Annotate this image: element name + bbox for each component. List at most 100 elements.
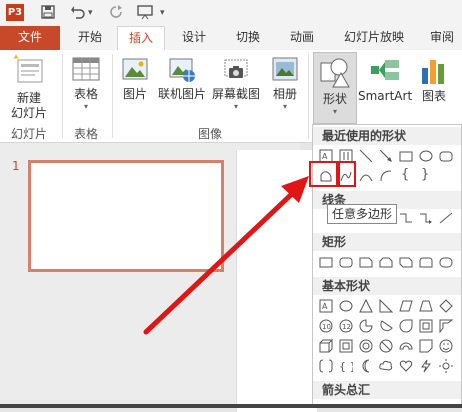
slide-canvas[interactable] xyxy=(236,150,317,412)
slide-thumbnail[interactable] xyxy=(28,160,224,272)
left-brace-shape[interactable]: { xyxy=(401,167,415,182)
dodecagon-shape[interactable]: 12 xyxy=(339,319,353,333)
album-icon xyxy=(270,54,300,84)
online-picture-button[interactable]: 联机图片 xyxy=(156,54,208,102)
no-symbol-shape[interactable] xyxy=(379,339,393,353)
rect-shape-7[interactable] xyxy=(439,255,453,269)
tab-file[interactable]: 文件 xyxy=(0,26,60,50)
tab-slideshow[interactable]: 幻灯片放映 xyxy=(334,26,414,50)
elbow-arrow-connector-shape[interactable] xyxy=(419,211,433,225)
section-rectangles: 矩形 xyxy=(313,233,461,251)
shapes-icon xyxy=(319,57,351,89)
shapes-label: 形状 xyxy=(322,92,347,106)
triangle-shape[interactable] xyxy=(359,298,373,313)
new-slide-label-1: 新建 xyxy=(16,91,41,105)
table-label: 表格 xyxy=(73,87,98,101)
chord-shape[interactable] xyxy=(379,319,393,333)
svg-text:{ }: { } xyxy=(339,360,353,373)
redo-icon[interactable] xyxy=(108,4,124,25)
frame-shape[interactable] xyxy=(419,319,433,333)
right-triangle-shape[interactable] xyxy=(379,298,394,313)
rounded-rectangle-shape[interactable] xyxy=(439,149,453,163)
new-slide-button[interactable]: 新建 幻灯片 xyxy=(4,54,54,121)
line-shape[interactable] xyxy=(359,149,373,163)
half-frame-shape[interactable] xyxy=(439,319,454,334)
teardrop-shape[interactable] xyxy=(399,319,413,333)
screenshot-label: 屏幕截图 xyxy=(211,87,260,101)
elbow-connector-shape[interactable] xyxy=(399,211,413,225)
present-icon[interactable] xyxy=(136,4,154,25)
slide-number: 1 xyxy=(12,159,20,173)
svg-text:A: A xyxy=(322,302,328,311)
undo-icon[interactable] xyxy=(70,4,86,25)
tab-animations[interactable]: 动画 xyxy=(280,26,324,50)
arrow-line-shape[interactable] xyxy=(379,149,393,163)
right-brace-shape[interactable]: } xyxy=(421,167,435,182)
pie-shape[interactable] xyxy=(359,319,373,333)
curve-shape[interactable] xyxy=(359,169,373,183)
status-bar xyxy=(0,404,462,408)
donut-shape[interactable] xyxy=(359,339,373,353)
screenshot-button[interactable]: 屏幕截图 ▾ xyxy=(208,54,264,112)
tab-design[interactable]: 设计 xyxy=(172,26,216,50)
screenshot-dropdown-icon: ▾ xyxy=(233,102,238,111)
table-button[interactable]: 表格 ▾ xyxy=(66,54,106,112)
rect-shape-5[interactable] xyxy=(399,255,413,269)
shapes-dropdown-icon: ▾ xyxy=(332,107,337,116)
lightning-bolt-shape[interactable] xyxy=(419,359,433,373)
album-label: 相册 xyxy=(272,87,297,101)
bracket-pair-shape[interactable] xyxy=(319,359,333,373)
chart-icon xyxy=(418,54,450,86)
group-separator xyxy=(308,54,309,138)
smartart-icon xyxy=(369,54,401,86)
rectangle-shape[interactable] xyxy=(399,149,413,163)
cube-shape[interactable] xyxy=(319,339,334,353)
folded-corner-shape[interactable] xyxy=(419,339,433,353)
decagon-shape[interactable]: 10 xyxy=(319,319,333,333)
picture-button[interactable]: 图片 xyxy=(116,54,154,102)
group-label-tables: 表格 xyxy=(73,127,98,141)
moon-shape[interactable] xyxy=(359,359,373,373)
block-arc-shape[interactable] xyxy=(399,339,413,353)
basic-text-box-shape[interactable]: A xyxy=(319,299,333,313)
rect-shape-6[interactable] xyxy=(419,255,433,269)
powerpoint-logo-icon: P3 xyxy=(6,4,24,21)
rect-shape-3[interactable] xyxy=(359,255,373,269)
rect-shape-2[interactable] xyxy=(339,255,353,269)
rect-shape-1[interactable] xyxy=(319,255,333,269)
curved-connector-shape[interactable] xyxy=(439,211,453,225)
chart-button[interactable]: 图表 xyxy=(414,54,454,104)
basic-oval-shape[interactable] xyxy=(339,299,353,313)
online-picture-label: 联机图片 xyxy=(157,87,206,101)
save-icon[interactable] xyxy=(40,4,56,25)
section-block-arrows: 箭头总汇 xyxy=(313,381,461,399)
shapes-button[interactable]: 形状 ▾ xyxy=(313,52,357,124)
album-button[interactable]: 相册 ▾ xyxy=(266,54,304,112)
svg-text:12: 12 xyxy=(342,323,351,331)
svg-text:10: 10 xyxy=(322,323,331,331)
diamond-shape[interactable] xyxy=(439,299,453,313)
heart-shape[interactable] xyxy=(399,359,413,373)
smartart-button[interactable]: SmartArt xyxy=(358,54,412,104)
bevel-shape[interactable] xyxy=(339,339,353,353)
brace-pair-shape[interactable]: { } xyxy=(339,359,357,373)
sun-shape[interactable] xyxy=(439,359,453,373)
tab-insert[interactable]: 插入 xyxy=(117,26,165,51)
trapezoid-shape[interactable] xyxy=(419,299,433,313)
freeform-highlight-box xyxy=(309,161,338,187)
new-slide-icon xyxy=(12,54,46,88)
arc-shape[interactable] xyxy=(379,169,393,183)
tab-transitions[interactable]: 切换 xyxy=(226,26,270,50)
undo-dropdown-icon[interactable]: ▾ xyxy=(88,4,93,22)
rect-shape-4[interactable] xyxy=(379,255,393,269)
customize-toolbar-icon[interactable]: ▾ xyxy=(160,4,165,22)
parallelogram-shape[interactable] xyxy=(399,299,413,313)
tab-review[interactable]: 审阅 xyxy=(422,26,462,50)
oval-shape[interactable] xyxy=(419,149,433,163)
smiley-face-shape[interactable] xyxy=(439,339,453,353)
cloud-shape[interactable] xyxy=(379,359,393,373)
tab-home[interactable]: 开始 xyxy=(68,26,112,50)
smartart-label: SmartArt xyxy=(358,89,413,103)
online-picture-icon xyxy=(167,54,197,84)
picture-label: 图片 xyxy=(122,87,147,101)
